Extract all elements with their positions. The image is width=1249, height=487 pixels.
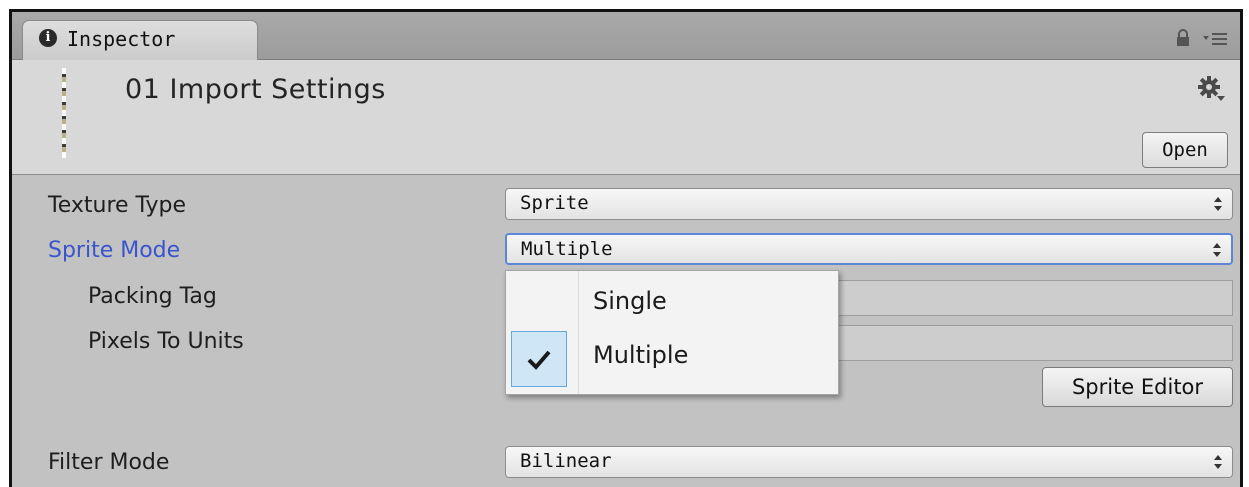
sprite-mode-value: Multiple (521, 238, 613, 260)
popup-option-single[interactable]: Single (593, 287, 667, 315)
dropdown-arrows-icon (1213, 243, 1221, 257)
dropdown-arrows-icon (1214, 455, 1222, 469)
texture-type-value: Sprite (520, 192, 589, 214)
popup-option-multiple[interactable]: Multiple (593, 341, 688, 369)
check-icon (527, 350, 551, 370)
sprite-editor-button[interactable]: Sprite Editor (1042, 367, 1233, 407)
info-icon: i (39, 29, 57, 47)
filter-mode-label: Filter Mode (48, 450, 170, 475)
sprite-mode-dropdown[interactable]: Multiple (505, 233, 1233, 265)
gear-icon[interactable] (1198, 76, 1226, 104)
texture-type-label: Texture Type (48, 193, 187, 218)
filter-mode-dropdown[interactable]: Bilinear (505, 446, 1233, 478)
lock-icon[interactable] (1176, 29, 1190, 47)
texture-type-dropdown[interactable]: Sprite (505, 188, 1233, 220)
menu-icon[interactable] (1202, 30, 1228, 46)
dropdown-arrows-icon (1214, 197, 1222, 211)
sprite-mode-popup: Single Multiple (505, 270, 839, 395)
packing-tag-field[interactable] (838, 280, 1233, 316)
tab-label: Inspector (67, 27, 176, 51)
inspector-window: i Inspector 01 Import Settings Open Text… (9, 9, 1243, 487)
asset-title: 01 Import Settings (125, 74, 386, 105)
asset-header: 01 Import Settings Open (12, 60, 1240, 175)
tab-inspector[interactable]: i Inspector (22, 20, 258, 60)
open-button[interactable]: Open (1142, 132, 1228, 168)
pixels-to-units-field[interactable] (838, 325, 1233, 361)
filter-mode-value: Bilinear (520, 450, 612, 472)
asset-thumbnail (62, 68, 66, 158)
packing-tag-label: Packing Tag (88, 284, 217, 309)
sprite-mode-label: Sprite Mode (48, 238, 181, 263)
tab-bar: i Inspector (12, 12, 1240, 60)
popup-selected-marker (511, 331, 567, 387)
pixels-to-units-label: Pixels To Units (88, 329, 244, 354)
